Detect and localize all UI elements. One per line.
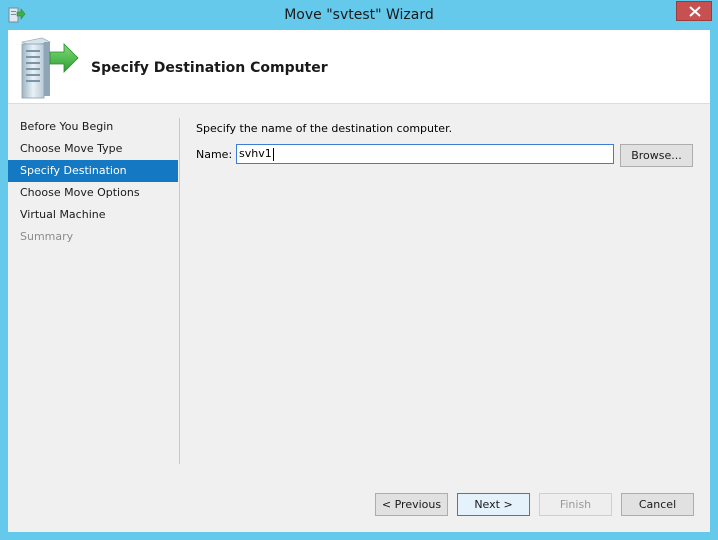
wizard-header: Specify Destination Computer — [8, 30, 710, 104]
nav-item-specify-destination[interactable]: Specify Destination — [8, 160, 178, 182]
nav-item-choose-move-type[interactable]: Choose Move Type — [8, 138, 178, 160]
destination-name-input[interactable]: svhv1 — [236, 144, 614, 164]
page-title: Specify Destination Computer — [91, 60, 328, 76]
destination-name-value: svhv1 — [239, 147, 272, 160]
wizard-steps-nav: Before You Begin Choose Move Type Specif… — [8, 116, 178, 248]
title-bar[interactable]: Move "svtest" Wizard — [0, 0, 718, 30]
close-icon — [689, 6, 701, 17]
window-title: Move "svtest" Wizard — [284, 7, 434, 23]
nav-item-choose-move-options[interactable]: Choose Move Options — [8, 182, 178, 204]
next-button[interactable]: Next > — [457, 493, 530, 516]
previous-button[interactable]: < Previous — [375, 493, 448, 516]
wizard-window: Move "svtest" Wizard Specify Destination… — [0, 0, 718, 540]
name-label: Name: — [196, 148, 233, 161]
nav-item-summary: Summary — [20, 230, 74, 243]
close-button[interactable] — [676, 1, 712, 21]
text-caret — [272, 147, 274, 161]
finish-button: Finish — [539, 493, 612, 516]
server-move-icon — [16, 36, 82, 103]
nav-divider — [179, 118, 180, 464]
cancel-button[interactable]: Cancel — [621, 493, 694, 516]
wizard-client-area: Specify Destination Computer Before You … — [8, 30, 710, 532]
instruction-text: Specify the name of the destination comp… — [196, 122, 453, 135]
browse-button[interactable]: Browse... — [620, 144, 693, 167]
nav-item-virtual-machine[interactable]: Virtual Machine — [8, 204, 178, 226]
nav-item-before-you-begin[interactable]: Before You Begin — [8, 116, 178, 138]
